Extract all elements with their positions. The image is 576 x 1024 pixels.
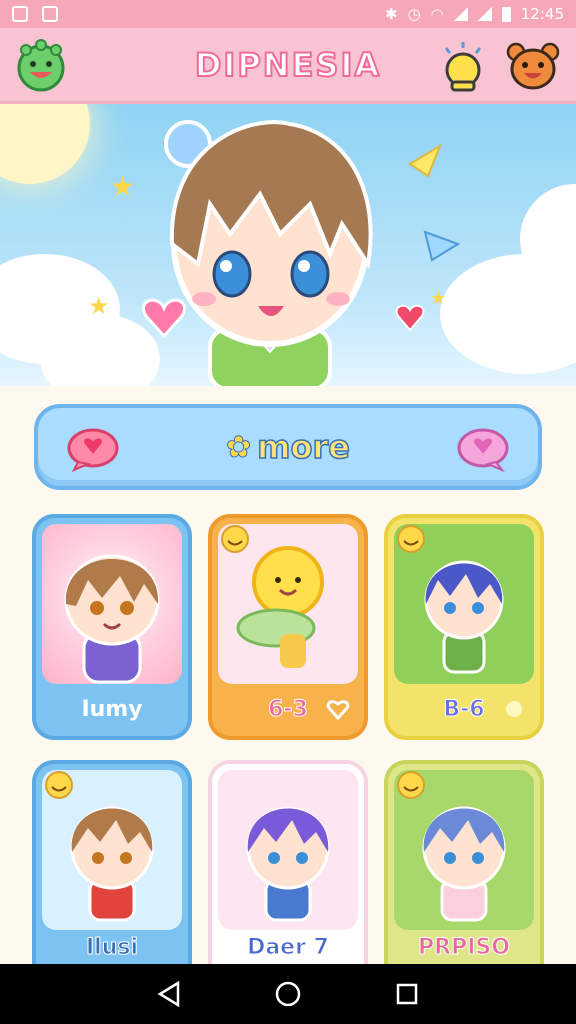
heart-outline-icon	[326, 700, 350, 720]
bear-icon[interactable]	[504, 38, 562, 94]
character-portrait	[42, 524, 182, 684]
bluetooth-icon: ✱	[385, 5, 398, 23]
wifi-icon: ◠	[430, 5, 444, 23]
flower-star-icon: ✿	[226, 429, 252, 465]
sparkle-badge-icon	[506, 701, 522, 717]
character-card[interactable]: Iumy	[32, 514, 192, 740]
sun-decoration	[0, 104, 90, 184]
card-name: PRPISO	[418, 935, 511, 961]
heart-icon	[395, 304, 425, 332]
character-card[interactable]: B-6	[384, 514, 544, 740]
character-card[interactable]: PRPISO	[384, 760, 544, 964]
smiley-icon	[221, 525, 249, 553]
lightbulb-icon[interactable]	[434, 38, 492, 94]
character-portrait	[218, 770, 358, 930]
home-circle-icon[interactable]	[268, 974, 308, 1014]
status-time: 12:45	[520, 5, 564, 23]
hero-character-illustration: ★ ★ ★ ✦	[88, 120, 461, 386]
smiley-icon	[45, 771, 73, 799]
more-button-label: more	[256, 427, 350, 467]
character-card[interactable]: Daer 7	[208, 760, 368, 964]
hero-banner: ★ ★ ★ ✦	[0, 104, 576, 386]
smiley-icon	[397, 525, 425, 553]
card-name: Ilusi	[85, 935, 139, 961]
status-bar: ✱ ◷ ◠ 12:45	[0, 0, 576, 28]
gallery-notification-icon	[12, 6, 28, 22]
battery-icon	[501, 6, 511, 22]
system-nav-bar	[0, 964, 576, 1024]
character-card[interactable]: 6-3	[208, 514, 368, 740]
card-name: Iumy	[81, 697, 143, 722]
smiley-icon	[397, 771, 425, 799]
heart-bubble-icon	[457, 428, 509, 472]
arrow-decoration	[423, 230, 461, 262]
alarm-icon: ◷	[407, 5, 421, 23]
photo-notification-icon	[42, 6, 58, 22]
recent-square-icon[interactable]	[387, 974, 427, 1014]
arrow-decoration	[408, 143, 443, 178]
signal-icon	[453, 7, 468, 21]
character-card[interactable]: Ilusi	[32, 760, 192, 964]
signal-icon-2	[477, 7, 492, 21]
star-icon: ★	[110, 170, 135, 203]
heart-bubble-icon	[67, 428, 119, 472]
card-name: Daer 7	[247, 935, 330, 961]
heart-icon	[142, 298, 186, 339]
star-icon: ★	[88, 292, 110, 320]
more-button[interactable]: ✿ more	[34, 404, 542, 490]
back-triangle-icon[interactable]	[149, 974, 189, 1014]
app-header: DIPNESIA	[0, 28, 576, 104]
star-icon: ★	[430, 288, 446, 309]
